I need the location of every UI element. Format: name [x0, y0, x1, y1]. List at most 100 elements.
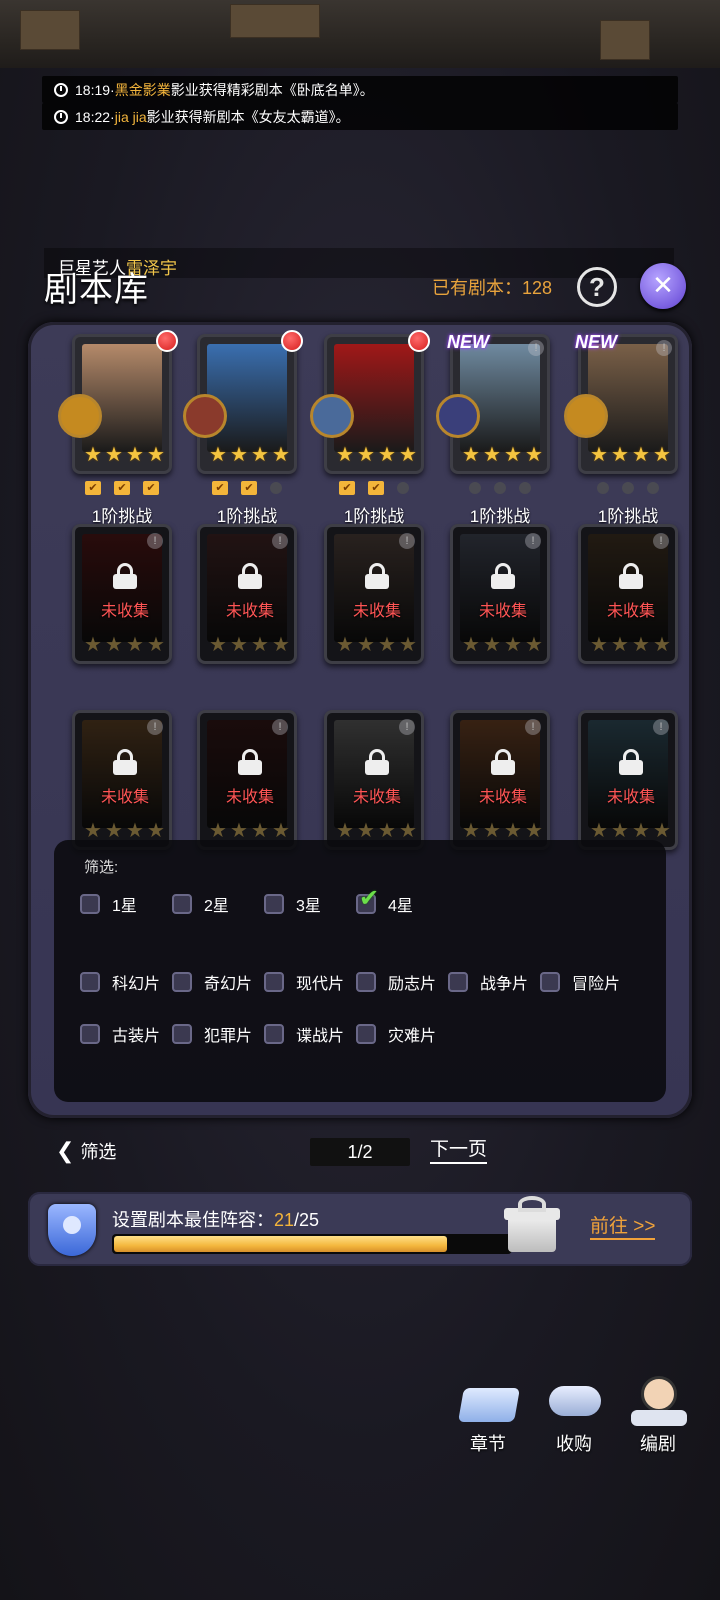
- checkbox[interactable]: [356, 1024, 376, 1044]
- check-icon: ✔: [143, 481, 159, 495]
- building-block: [600, 20, 650, 60]
- challenge-progress: ✔ ✔: [197, 481, 297, 495]
- menu-chapter-button[interactable]: 章节: [448, 1370, 528, 1456]
- lineup-current: 21: [274, 1210, 295, 1230]
- star-icon: ★: [611, 820, 629, 842]
- next-page-button[interactable]: 下一页: [430, 1138, 488, 1164]
- filter-title: 筛选:: [84, 859, 119, 876]
- info-icon[interactable]: !: [399, 533, 415, 549]
- genre-filter-option[interactable]: 奇幻片: [172, 970, 252, 994]
- star-filter-option[interactable]: 2星: [172, 892, 229, 916]
- chevron-left-icon: ❮: [56, 1138, 75, 1163]
- star-filter-option[interactable]: 1星: [80, 892, 137, 916]
- notification-dot: [281, 330, 303, 352]
- checkbox[interactable]: [356, 884, 379, 914]
- ticker-studio-name: 黑金影業: [114, 81, 171, 98]
- genre-filter-option[interactable]: 科幻片: [80, 970, 160, 994]
- checkbox[interactable]: [80, 972, 100, 992]
- card-frame: 未收集 ★ ★ ★ ★!: [324, 710, 424, 850]
- star-icon: ★: [378, 444, 396, 466]
- star-icon: ★: [525, 444, 543, 466]
- info-icon[interactable]: !: [528, 340, 544, 356]
- genre-filter-option[interactable]: 战争片: [448, 970, 528, 994]
- star-filter-option[interactable]: 4星: [356, 884, 413, 916]
- checkbox[interactable]: [80, 894, 100, 914]
- actor-avatar: [183, 394, 227, 438]
- genre-filter-option[interactable]: 励志片: [356, 970, 436, 994]
- lineup-total: /25: [294, 1210, 320, 1230]
- star-icon: ★: [653, 820, 671, 842]
- menu-label: 编剧: [640, 1434, 676, 1454]
- star-filter-option[interactable]: 3星: [264, 892, 321, 916]
- question-icon[interactable]: ?: [577, 267, 617, 307]
- star-icon: ★: [209, 820, 227, 842]
- info-icon[interactable]: !: [399, 719, 415, 735]
- star-icon: ★: [590, 444, 608, 466]
- script-poster: [460, 344, 540, 452]
- star-rating: ★ ★ ★ ★: [589, 635, 672, 655]
- checkbox[interactable]: [448, 972, 468, 992]
- filter-back-button[interactable]: ❮ 筛选: [56, 1138, 116, 1164]
- card-frame: 未收集 ★ ★ ★ ★!: [324, 524, 424, 664]
- star-icon: ★: [483, 820, 501, 842]
- info-icon[interactable]: !: [653, 719, 669, 735]
- actor-avatar: [58, 394, 102, 438]
- goto-button[interactable]: 前往 >>: [590, 1216, 656, 1240]
- info-icon[interactable]: !: [272, 719, 288, 735]
- check-icon: ✔: [241, 481, 257, 495]
- empty-dot-icon: [622, 482, 634, 494]
- checkbox[interactable]: [80, 1024, 100, 1044]
- checkbox[interactable]: [356, 972, 376, 992]
- lock-icon: [113, 749, 137, 775]
- star-icon: ★: [525, 634, 543, 656]
- challenge-progress: [450, 481, 550, 494]
- checkbox[interactable]: [172, 894, 192, 914]
- genre-filter-option[interactable]: 冒险片: [540, 970, 620, 994]
- option-label: 冒险片: [572, 976, 621, 993]
- star-icon: ★: [504, 444, 522, 466]
- script-poster: [82, 344, 162, 452]
- star-icon: ★: [230, 634, 248, 656]
- menu-writer-button[interactable]: 编剧: [618, 1370, 698, 1456]
- star-rating: ★ ★ ★ ★: [208, 821, 291, 841]
- star-icon: ★: [611, 444, 629, 466]
- checkbox[interactable]: [264, 972, 284, 992]
- checkbox[interactable]: [540, 972, 560, 992]
- star-icon: ★: [357, 820, 375, 842]
- checkbox[interactable]: [264, 1024, 284, 1044]
- info-icon[interactable]: !: [653, 533, 669, 549]
- star-icon: ★: [399, 634, 417, 656]
- checkbox[interactable]: [264, 894, 284, 914]
- star-icon: ★: [209, 634, 227, 656]
- genre-filter-option[interactable]: 灾难片: [356, 1022, 436, 1046]
- lock-icon: [365, 749, 389, 775]
- info-icon[interactable]: !: [147, 719, 163, 735]
- new-badge: NEW: [447, 332, 489, 352]
- star-icon: ★: [230, 444, 248, 466]
- info-icon[interactable]: !: [272, 533, 288, 549]
- menu-acquire-button[interactable]: 收购: [534, 1370, 614, 1456]
- shield-icon: [48, 1204, 96, 1256]
- star-icon: ★: [378, 634, 396, 656]
- close-icon[interactable]: ✕: [640, 263, 686, 309]
- genre-filter-option[interactable]: 古装片: [80, 1022, 160, 1046]
- genre-filter-option[interactable]: 谍战片: [264, 1022, 344, 1046]
- lineup-progress-fill: [114, 1236, 447, 1252]
- building-block: [20, 10, 80, 50]
- star-rating: ★ ★ ★ ★: [589, 445, 672, 465]
- star-icon: ★: [84, 444, 102, 466]
- info-icon[interactable]: !: [525, 533, 541, 549]
- star-icon: ★: [357, 634, 375, 656]
- genre-filter-option[interactable]: 犯罪片: [172, 1022, 252, 1046]
- info-icon[interactable]: !: [656, 340, 672, 356]
- info-icon[interactable]: !: [147, 533, 163, 549]
- lock-icon: [238, 749, 262, 775]
- info-icon[interactable]: !: [525, 719, 541, 735]
- checkbox[interactable]: [172, 1024, 192, 1044]
- empty-dot-icon: [647, 482, 659, 494]
- checkbox[interactable]: [172, 972, 192, 992]
- genre-filter-option[interactable]: 现代片: [264, 970, 344, 994]
- star-icon: ★: [399, 444, 417, 466]
- new-badge: NEW: [575, 332, 617, 352]
- gift-box-icon[interactable]: [504, 1196, 560, 1254]
